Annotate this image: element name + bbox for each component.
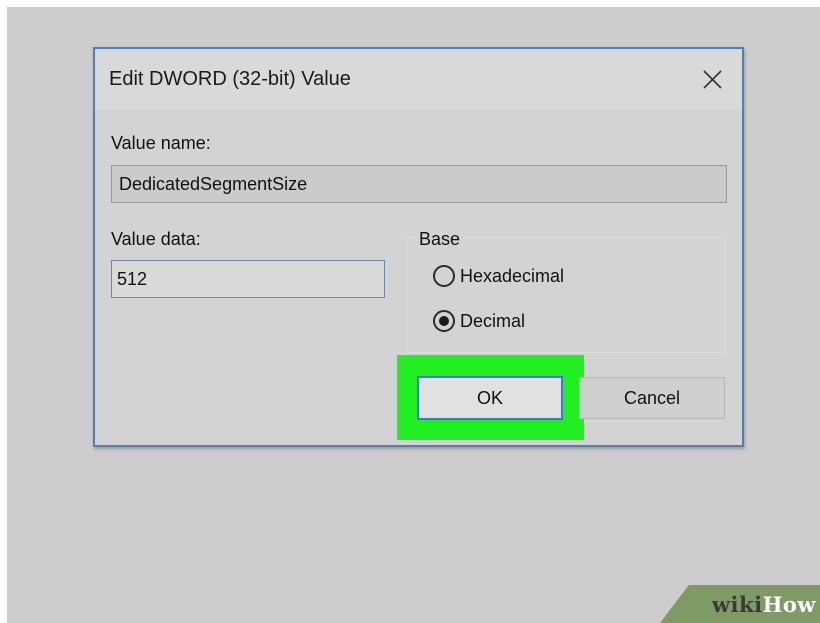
base-group-title: Base <box>415 229 465 250</box>
radio-decimal-label: Decimal <box>460 310 526 331</box>
radio-decimal-circle[interactable] <box>433 310 455 332</box>
value-name-field[interactable] <box>111 165 727 203</box>
wikihow-logo-part2: How <box>762 591 816 617</box>
radio-decimal[interactable]: Decimal <box>433 308 525 334</box>
radio-hexadecimal-circle[interactable] <box>433 265 455 287</box>
wikihow-logo-text: wikiHow <box>712 592 816 617</box>
dialog-title: Edit DWORD (32-bit) Value <box>109 68 351 90</box>
dialog-title-bar: Edit DWORD (32-bit) Value <box>95 49 742 109</box>
radio-hexadecimal-label: Hexadecimal <box>460 265 565 286</box>
edit-dword-dialog: Edit DWORD (32-bit) Value Value name: Va… <box>93 47 744 447</box>
base-group-box <box>406 237 726 353</box>
value-data-input[interactable] <box>111 260 385 298</box>
value-data-label: Value data: <box>111 229 201 249</box>
close-icon <box>703 70 722 89</box>
wikihow-logo-part1: wiki <box>711 591 763 617</box>
cancel-button[interactable]: Cancel <box>579 377 725 419</box>
radio-hexadecimal[interactable]: Hexadecimal <box>433 263 564 289</box>
close-button[interactable] <box>691 59 733 99</box>
value-name-label: Value name: <box>111 133 211 153</box>
ok-button[interactable]: OK <box>417 376 563 420</box>
